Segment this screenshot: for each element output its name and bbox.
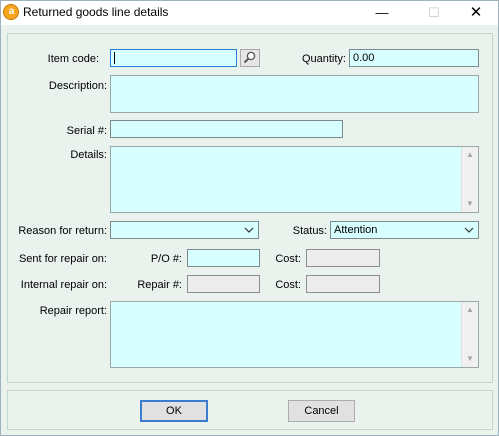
- item-code-input[interactable]: [110, 49, 237, 67]
- repair-report-label: Repair report:: [39, 305, 107, 317]
- serial-label: Serial #:: [66, 125, 107, 137]
- item-lookup-button[interactable]: [240, 49, 260, 67]
- reason-for-return-label: Reason for return:: [18, 225, 107, 237]
- button-panel: [7, 390, 493, 430]
- ok-button[interactable]: OK: [140, 400, 208, 422]
- serial-input[interactable]: [110, 120, 343, 138]
- po-number-input[interactable]: [187, 249, 260, 267]
- description-input[interactable]: [110, 75, 479, 113]
- cancel-button[interactable]: Cancel: [288, 400, 355, 422]
- scroll-up-icon[interactable]: ▲: [462, 148, 478, 162]
- search-icon: [243, 51, 256, 64]
- scroll-up-icon[interactable]: ▲: [462, 303, 478, 317]
- quantity-input[interactable]: 0.00: [349, 49, 479, 67]
- quantity-label: Quantity:: [301, 53, 346, 65]
- repair-number-input: [187, 275, 260, 293]
- internal-cost-label: Cost:: [275, 279, 301, 291]
- app-logo-letter: a: [8, 6, 15, 17]
- sent-cost-label: Cost:: [275, 253, 301, 265]
- chevron-down-icon[interactable]: [241, 223, 257, 237]
- internal-cost-input: [306, 275, 380, 293]
- minimize-button[interactable]: —: [359, 1, 405, 25]
- repair-report-textarea[interactable]: ▲ ▼: [110, 301, 479, 368]
- internal-repair-label: Internal repair on:: [20, 279, 107, 291]
- repair-report-scrollbar[interactable]: ▲ ▼: [461, 302, 478, 367]
- sent-for-repair-label: Sent for repair on:: [18, 253, 107, 265]
- maximize-button: ☐: [428, 5, 440, 20]
- title-bar: a Returned goods line details — ☐ ✕: [1, 1, 498, 25]
- details-textarea[interactable]: ▲ ▼: [110, 146, 479, 213]
- dialog-window: a Returned goods line details — ☐ ✕ Item…: [0, 0, 499, 436]
- details-scrollbar[interactable]: ▲ ▼: [461, 147, 478, 212]
- text-caret: [114, 52, 115, 64]
- app-logo-icon: a: [3, 4, 19, 20]
- scroll-down-icon[interactable]: ▼: [462, 352, 478, 366]
- repair-number-label: Repair #:: [137, 279, 182, 291]
- reason-for-return-select[interactable]: [110, 221, 259, 239]
- sent-cost-input: [306, 249, 380, 267]
- description-label: Description:: [48, 80, 107, 92]
- status-label: Status:: [292, 225, 327, 237]
- close-button[interactable]: ✕: [453, 1, 499, 25]
- chevron-down-icon[interactable]: [461, 223, 477, 237]
- item-code-label: Item code:: [47, 53, 99, 65]
- status-select[interactable]: Attention: [330, 221, 479, 239]
- po-number-label: P/O #:: [150, 253, 182, 265]
- window-title: Returned goods line details: [23, 5, 169, 19]
- scroll-down-icon[interactable]: ▼: [462, 197, 478, 211]
- status-value: Attention: [334, 224, 378, 236]
- details-label: Details:: [70, 149, 107, 161]
